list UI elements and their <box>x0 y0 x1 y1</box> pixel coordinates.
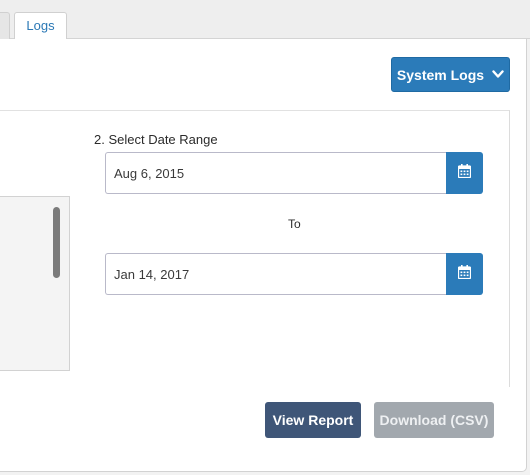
view-report-button[interactable]: View Report <box>265 402 361 438</box>
system-logs-dropdown-button[interactable]: System Logs <box>391 57 510 92</box>
calendar-icon <box>457 264 472 284</box>
start-date-calendar-button[interactable] <box>446 152 483 194</box>
tab-strip: Logs <box>0 0 530 39</box>
date-range-label: 2. Select Date Range <box>94 132 218 147</box>
list-scrollbar[interactable] <box>53 207 60 278</box>
tab-previous[interactable] <box>0 12 10 39</box>
date-range-separator: To <box>288 217 301 231</box>
calendar-icon <box>457 163 472 183</box>
end-date-input[interactable] <box>105 253 447 295</box>
chevron-down-icon <box>492 70 504 79</box>
system-logs-label: System Logs <box>396 66 485 83</box>
download-csv-button[interactable]: Download (CSV) <box>374 402 494 438</box>
tab-logs[interactable]: Logs <box>14 12 67 39</box>
end-date-calendar-button[interactable] <box>446 253 483 295</box>
start-date-input[interactable] <box>105 152 447 194</box>
